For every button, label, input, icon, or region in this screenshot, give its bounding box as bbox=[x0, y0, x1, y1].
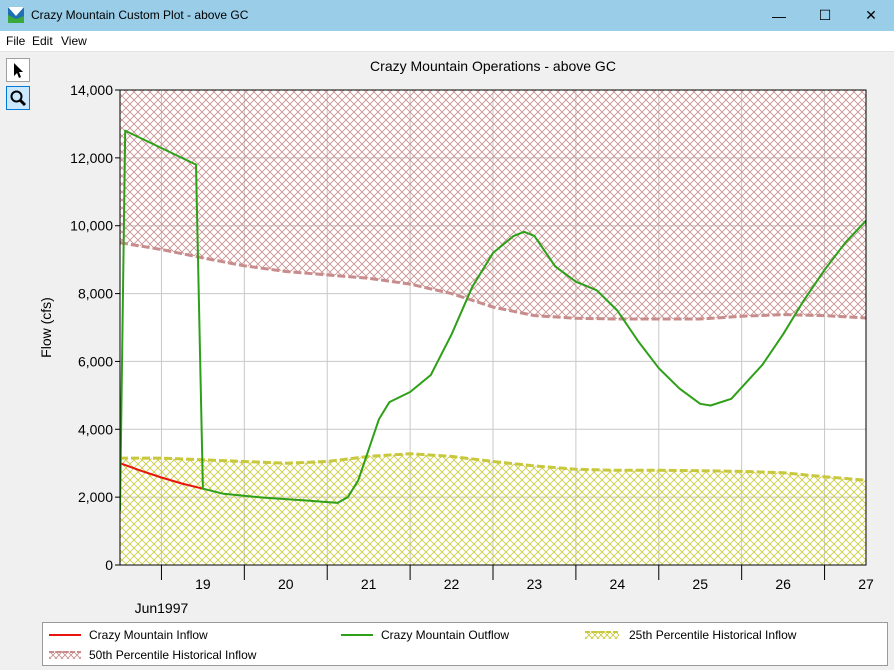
x-tick-label-1: 20 bbox=[278, 576, 294, 592]
p50-swatch bbox=[49, 651, 81, 659]
y-tick-label-2: 4,000 bbox=[78, 421, 113, 437]
x-tick-label-2: 21 bbox=[361, 576, 377, 592]
maximize-icon: ☐ bbox=[818, 7, 832, 23]
close-icon: ✕ bbox=[865, 7, 877, 23]
y-tick-label-6: 12,000 bbox=[70, 150, 113, 166]
legend-label-inflow: Crazy Mountain Inflow bbox=[89, 628, 208, 642]
left-toolbar bbox=[0, 52, 38, 670]
outflow-swatch bbox=[341, 634, 373, 636]
maximize-button[interactable]: ☐ bbox=[802, 0, 848, 31]
window-title: Crazy Mountain Custom Plot - above GC bbox=[31, 8, 249, 22]
legend-label-outflow: Crazy Mountain Outflow bbox=[381, 628, 510, 642]
x-tick-label-5: 24 bbox=[610, 576, 626, 592]
flow-chart[interactable]: Crazy Mountain Operations - above GC 0 2,0… bbox=[38, 52, 890, 617]
title-bar[interactable]: Crazy Mountain Custom Plot - above GC — … bbox=[0, 0, 894, 31]
x-unit-label: Jun1997 bbox=[135, 600, 189, 616]
menu-view[interactable]: View bbox=[61, 34, 87, 48]
legend-label-p50: 50th Percentile Historical Inflow bbox=[89, 648, 257, 662]
y-tick-label-3: 6,000 bbox=[78, 353, 113, 369]
y-tick-label-7: 14,000 bbox=[70, 82, 113, 98]
y-tick-label-1: 2,000 bbox=[78, 489, 113, 505]
y-tick-label-5: 10,000 bbox=[70, 218, 113, 234]
chart-title: Crazy Mountain Operations - above GC bbox=[370, 58, 616, 74]
minimize-button[interactable]: — bbox=[756, 0, 802, 31]
x-tick-label-3: 22 bbox=[444, 576, 460, 592]
x-tick-label-0: 19 bbox=[195, 576, 211, 592]
x-tick-label-8: 27 bbox=[858, 576, 874, 592]
legend-label-p25: 25th Percentile Historical Inflow bbox=[629, 628, 797, 642]
close-button[interactable]: ✕ bbox=[848, 0, 894, 31]
zoom-tool-button[interactable] bbox=[6, 86, 30, 110]
y-axis-label: Flow (cfs) bbox=[38, 297, 54, 358]
pointer-icon bbox=[14, 63, 23, 78]
p25-swatch bbox=[585, 631, 619, 639]
pointer-tool-button[interactable] bbox=[6, 58, 30, 82]
menu-file[interactable]: File bbox=[6, 34, 25, 48]
x-tick-label-4: 23 bbox=[527, 576, 543, 592]
zoom-icon bbox=[10, 90, 27, 107]
app-icon bbox=[8, 7, 24, 23]
x-tick-label-7: 26 bbox=[775, 576, 791, 592]
menu-bar: File Edit View bbox=[0, 31, 894, 52]
legend: Crazy Mountain Inflow Crazy Mountain Out… bbox=[42, 622, 888, 666]
y-tick-label-4: 8,000 bbox=[78, 286, 113, 302]
y-tick-label-0: 0 bbox=[105, 557, 113, 573]
plot-panel: Crazy Mountain Operations - above GC 0 2,0… bbox=[38, 52, 890, 617]
minimize-icon: — bbox=[772, 7, 786, 24]
inflow-swatch bbox=[49, 634, 81, 636]
x-tick-label-6: 25 bbox=[692, 576, 708, 592]
menu-edit[interactable]: Edit bbox=[32, 34, 53, 48]
